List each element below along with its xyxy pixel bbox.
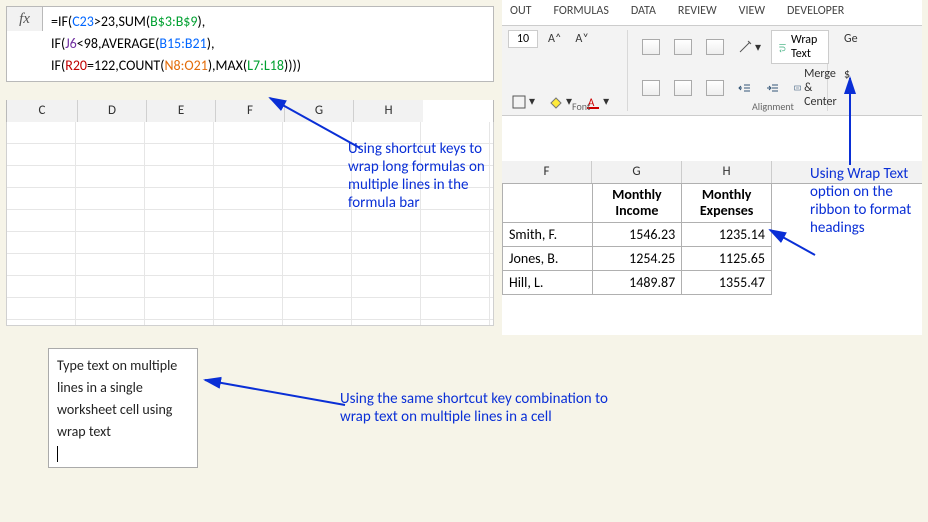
align-top-button[interactable]	[638, 37, 664, 57]
range-ref: L7:L18	[247, 57, 284, 74]
formula-input[interactable]: =IF(C23>23,SUM(B$3:B$9), IF(J6<98,AVERAG…	[43, 7, 493, 81]
cell-ref: C23	[72, 13, 94, 30]
column-header[interactable]: G	[285, 100, 354, 122]
formula-bar: fx =IF(C23>23,SUM(B$3:B$9), IF(J6<98,AVE…	[6, 6, 494, 82]
callout-formula-bar: Using shortcut keys to wrap long formula…	[348, 140, 498, 212]
callout-wrap-text-ribbon: Using Wrap Text option on the ribbon to …	[810, 165, 920, 237]
currency-button[interactable]: $	[840, 66, 862, 84]
cell-ref: J6	[65, 35, 77, 52]
formula-text: =IF(	[51, 13, 72, 30]
column-header[interactable]: H	[682, 161, 772, 183]
ribbon-tab[interactable]: DEVELOPER	[787, 4, 844, 25]
align-bottom-icon	[706, 39, 724, 55]
table-row: Smith, F. 1546.23 1235.14	[503, 223, 772, 247]
table-cell[interactable]: 1489.87	[592, 271, 682, 295]
indent-left-icon	[738, 81, 752, 95]
cell-text: Type text on multiple lines in a single …	[57, 357, 177, 440]
column-header[interactable]: E	[147, 100, 216, 122]
border-icon	[512, 95, 526, 109]
align-bottom-button[interactable]	[702, 37, 728, 57]
text-cursor	[57, 446, 58, 462]
increase-font-button[interactable]: A˄	[544, 30, 565, 48]
column-header[interactable]: G	[592, 161, 682, 183]
column-header[interactable]: H	[354, 100, 423, 122]
table-row: Hill, L. 1489.87 1355.47	[503, 271, 772, 295]
ribbon-tab[interactable]: OUT	[510, 4, 532, 25]
range-ref: N8:O21	[164, 57, 207, 74]
formula-text: ),	[207, 35, 215, 52]
align-center-icon	[674, 80, 692, 96]
formula-text: ),	[198, 13, 206, 30]
ribbon-tab[interactable]: REVIEW	[678, 4, 717, 25]
borders-button[interactable]: ▾	[508, 92, 539, 111]
table-header-row: Monthly Income Monthly Expenses	[503, 184, 772, 223]
align-left-button[interactable]	[638, 78, 664, 98]
increase-indent-button[interactable]	[762, 79, 784, 97]
table-cell[interactable]: 1235.14	[682, 223, 772, 247]
indent-right-icon	[766, 81, 780, 95]
column-header[interactable]: C	[7, 100, 78, 122]
ribbon-tab[interactable]: VIEW	[739, 4, 765, 25]
align-right-button[interactable]	[702, 78, 728, 98]
bucket-icon	[549, 95, 563, 109]
font-size-input[interactable]: 10	[508, 30, 538, 48]
column-header[interactable]: D	[78, 100, 147, 122]
formula-text: ),MAX(	[208, 57, 247, 74]
ribbon-tabs: OUT FORMULAS DATA REVIEW VIEW DEVELOPER	[502, 0, 922, 26]
fx-icon[interactable]: fx	[7, 7, 43, 31]
align-middle-button[interactable]	[670, 37, 696, 57]
decrease-font-button[interactable]: A˅	[571, 30, 592, 48]
align-left-icon	[642, 80, 660, 96]
table-row: Jones, B. 1254.25 1125.65	[503, 247, 772, 271]
cell-ref: R20	[65, 57, 87, 74]
table-cell[interactable]: Smith, F.	[503, 223, 593, 247]
ribbon-body: 10 A˄ A˅ ▾ ▾ A▾ Font	[502, 26, 922, 116]
ribbon-tab[interactable]: DATA	[631, 4, 656, 25]
orientation-icon	[738, 40, 752, 54]
table-header-cell[interactable]: Monthly Income	[592, 184, 682, 223]
align-center-button[interactable]	[670, 78, 696, 98]
formula-text: =122,COUNT(	[87, 57, 164, 74]
column-header[interactable]: F	[216, 100, 285, 122]
wrap-text-cell[interactable]: Type text on multiple lines in a single …	[48, 348, 198, 468]
ribbon-group-label: Font	[572, 100, 590, 113]
general-button-fragment[interactable]: Ge	[840, 30, 862, 48]
range-ref: B$3:B$9	[150, 13, 197, 30]
formula-text: <98,AVERAGE(	[77, 35, 160, 52]
formula-text: >23,SUM(	[94, 13, 150, 30]
table-cell[interactable]: Jones, B.	[503, 247, 593, 271]
wrap-text-icon	[778, 40, 787, 54]
table-cell[interactable]: 1254.25	[592, 247, 682, 271]
table-cell[interactable]: Hill, L.	[503, 271, 593, 295]
callout-cell-wrap: Using the same shortcut key combination …	[340, 390, 610, 426]
column-header-row: C D E F G H	[6, 100, 494, 123]
table-cell[interactable]: 1125.65	[682, 247, 772, 271]
align-top-icon	[642, 39, 660, 55]
formula-text: IF(	[51, 57, 65, 74]
ribbon-group-label: Alignment	[752, 100, 794, 113]
range-ref: B15:B21	[159, 35, 206, 52]
align-middle-icon	[674, 39, 692, 55]
table-header-cell[interactable]: Monthly Expenses	[682, 184, 772, 223]
wrap-text-label: Wrap Text	[791, 33, 822, 61]
formula-text: IF(	[51, 35, 65, 52]
orientation-button[interactable]: ▾	[734, 38, 765, 57]
column-header[interactable]: F	[502, 161, 592, 183]
data-table: Monthly Income Monthly Expenses Smith, F…	[502, 184, 772, 295]
table-cell[interactable]: 1546.23	[592, 223, 682, 247]
merge-icon	[794, 81, 801, 95]
decrease-indent-button[interactable]	[734, 79, 756, 97]
table-header-cell[interactable]	[503, 184, 593, 223]
align-right-icon	[706, 80, 724, 96]
ribbon-tab[interactable]: FORMULAS	[554, 4, 609, 25]
table-cell[interactable]: 1355.47	[682, 271, 772, 295]
wrap-text-button[interactable]: Wrap Text	[771, 30, 829, 64]
formula-text: ))))	[284, 57, 301, 74]
